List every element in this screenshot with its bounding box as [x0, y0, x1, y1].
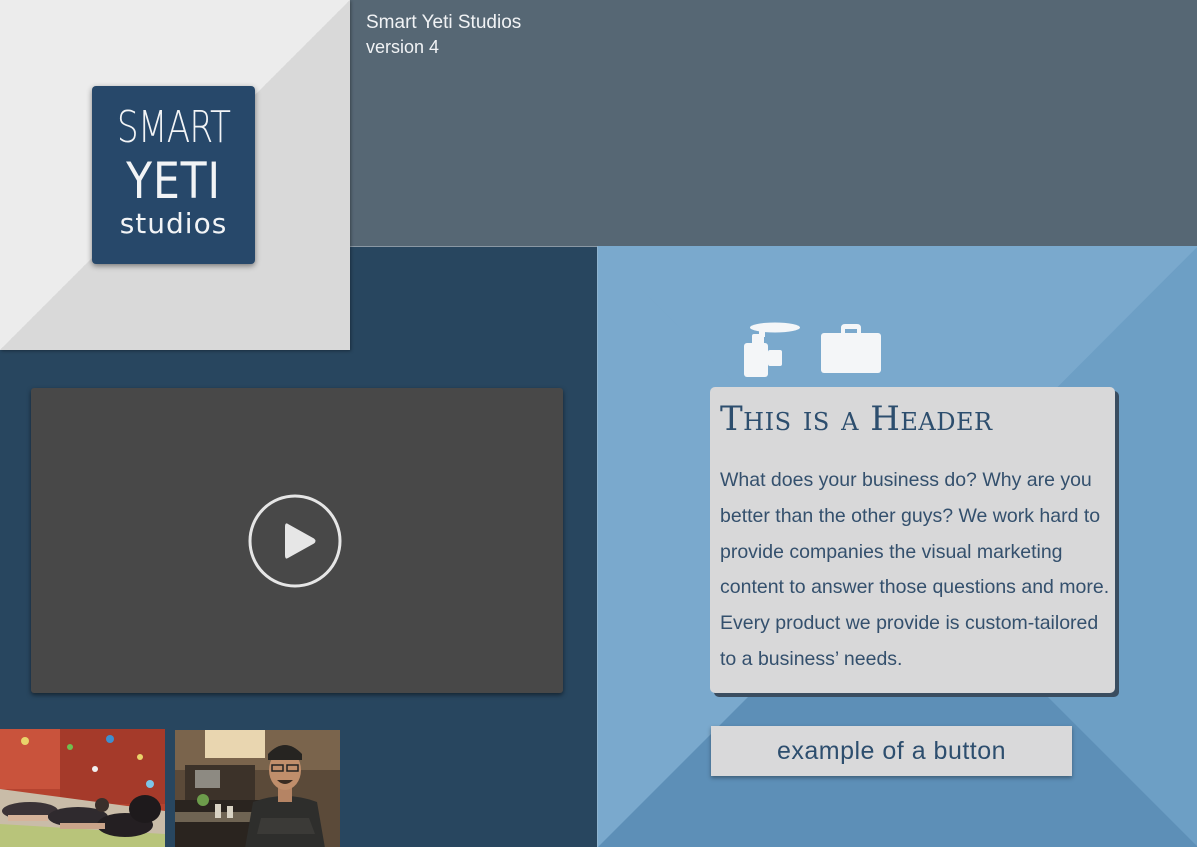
- example-button[interactable]: example of a button: [711, 726, 1072, 776]
- play-icon[interactable]: [248, 494, 342, 588]
- version-label: version 4: [366, 37, 440, 57]
- studio-name: Smart Yeti Studios: [366, 12, 522, 33]
- content-card: This is a Header What does your business…: [710, 387, 1115, 693]
- video-player[interactable]: [31, 388, 563, 693]
- card-header: This is a Header: [720, 399, 993, 439]
- video-camera-icon: [744, 322, 800, 377]
- chef-portrait-photo: [175, 730, 340, 847]
- header-band: Smart Yeti Studios version 4: [350, 0, 1197, 247]
- logo-word-smart: SMART: [116, 102, 231, 153]
- card-body-text: What does your business do? Why are you …: [720, 469, 1110, 670]
- yoga-class-photo: [0, 729, 165, 847]
- feature-panel: This is a Header What does your business…: [597, 246, 1197, 847]
- briefcase-icon: [821, 324, 881, 373]
- logo-word-yeti: YETI: [126, 152, 221, 210]
- thumbnail-yoga-class[interactable]: [0, 729, 165, 847]
- logo-tile: SMART YETI studios: [0, 0, 350, 350]
- page: SMART YETI studios Smart Yeti Studios ve…: [0, 0, 1197, 847]
- thumbnail-chef-portrait[interactable]: [175, 730, 340, 847]
- logo-word-studios: studios: [119, 207, 228, 240]
- smart-yeti-logo[interactable]: SMART YETI studios: [92, 86, 255, 264]
